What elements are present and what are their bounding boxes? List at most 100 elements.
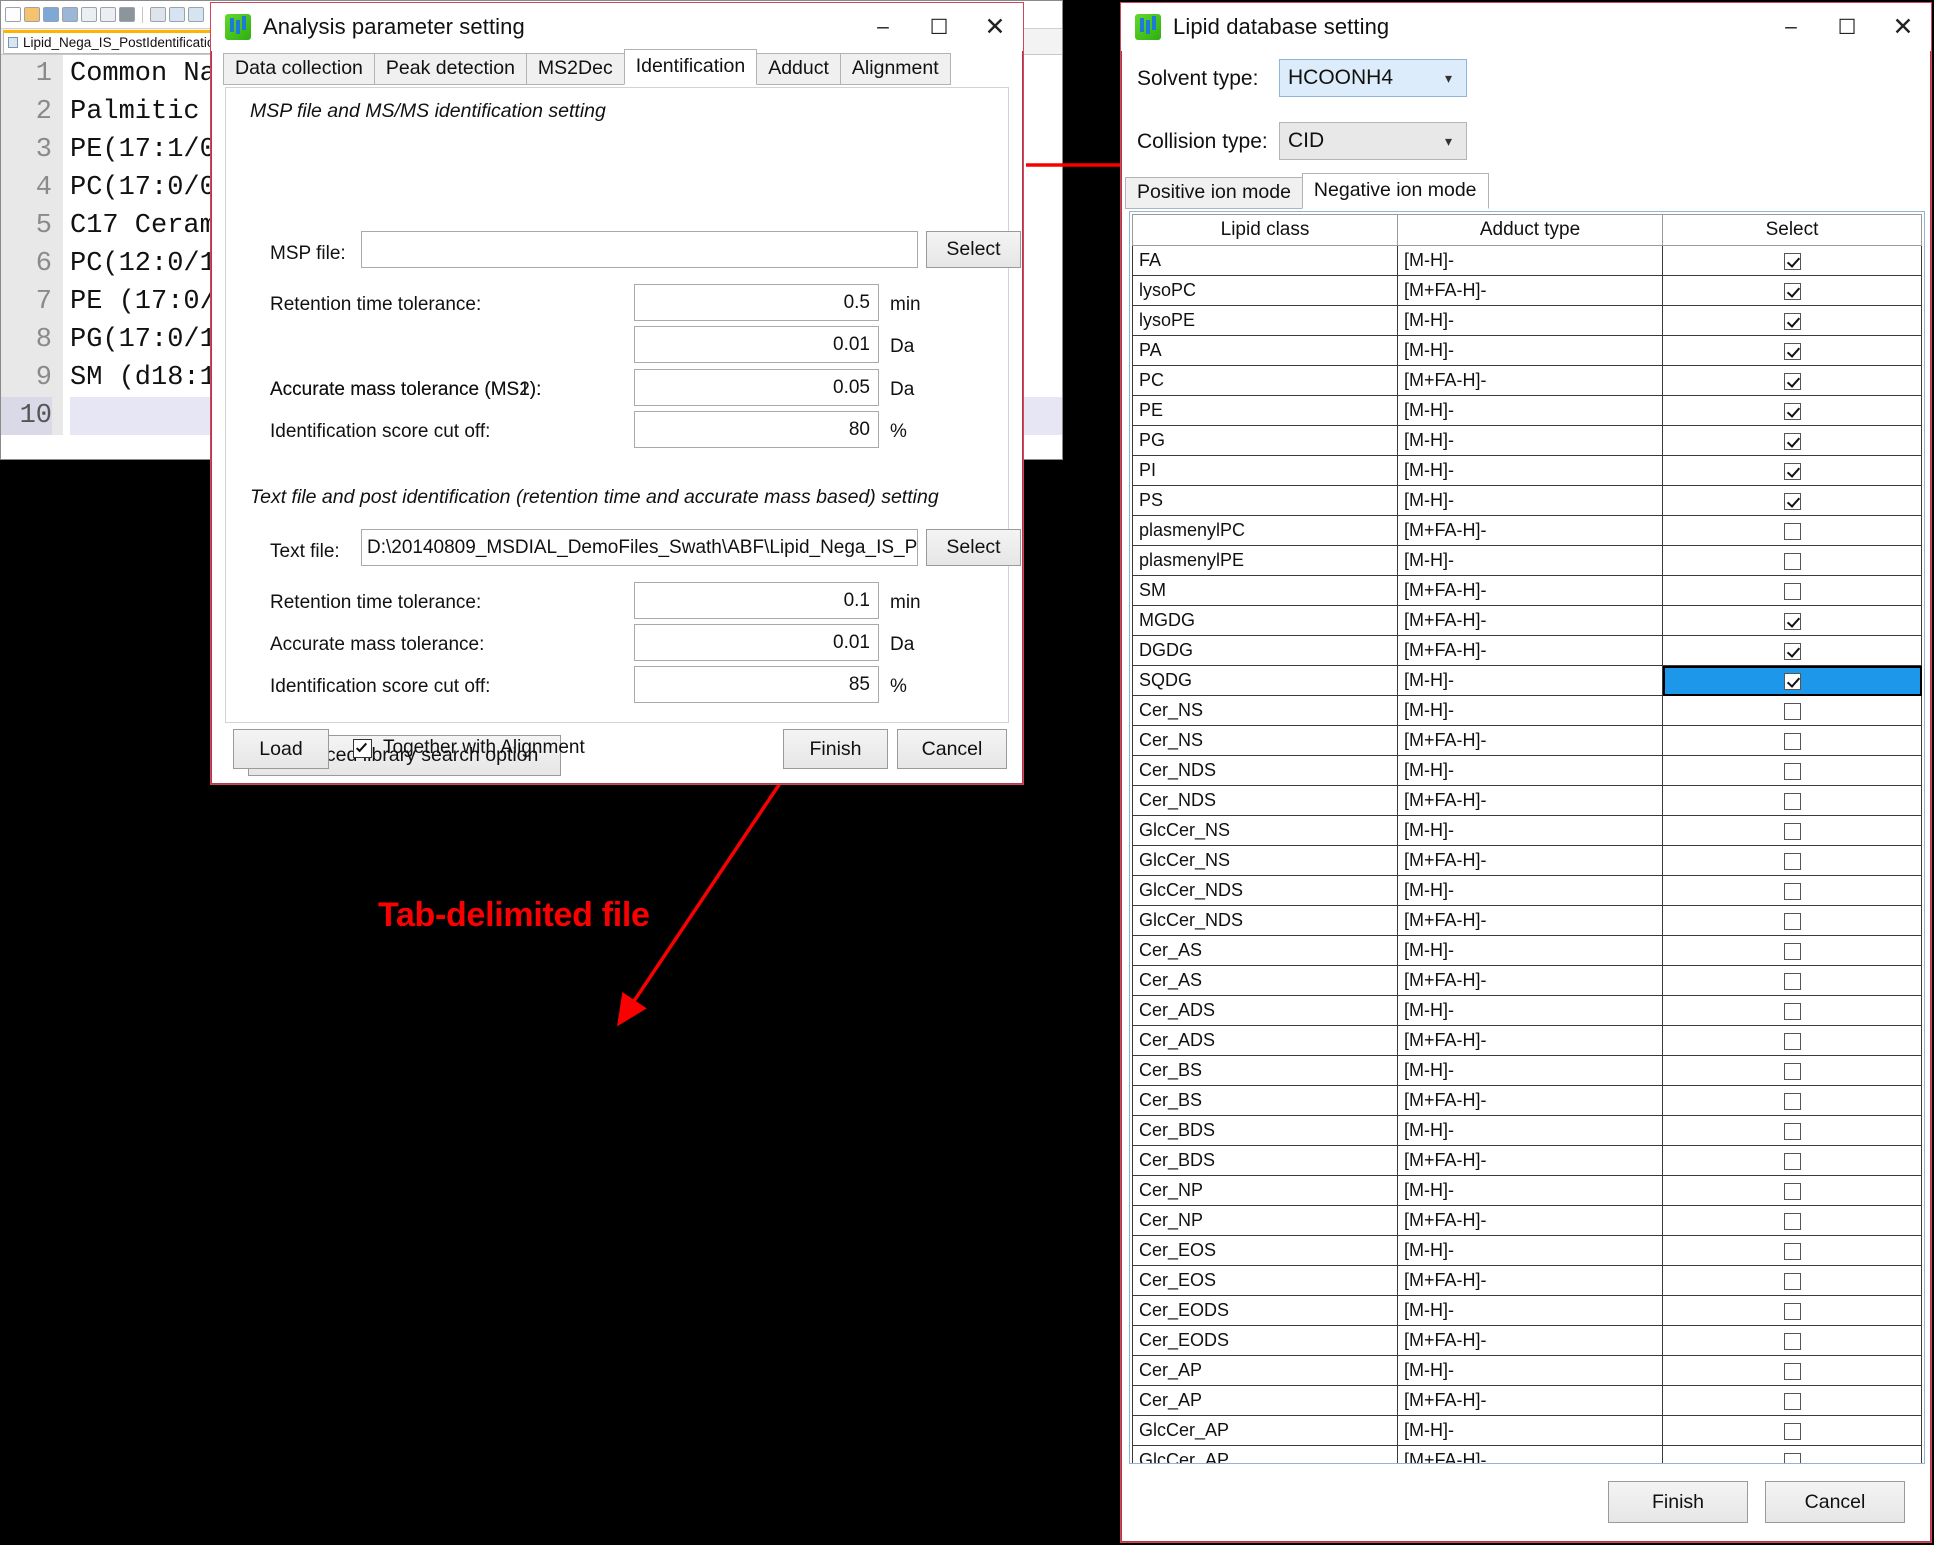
cell-select[interactable] [1662,935,1922,966]
tab-data-collection[interactable]: Data collection [223,53,375,85]
open-file-icon[interactable] [24,7,40,22]
select-checkbox[interactable] [1783,1272,1801,1290]
table-row[interactable]: PS [M-H]- [1132,485,1922,516]
paste-icon[interactable] [188,7,204,22]
solvent-type-dropdown[interactable]: HCOONH4 ▾ [1279,59,1467,97]
table-row[interactable]: Cer_BS [M-H]- [1132,1055,1922,1086]
msp-file-input[interactable] [361,231,918,268]
table-row[interactable]: Cer_AP [M+FA-H]- [1132,1385,1922,1416]
table-row[interactable]: Cer_EOS [M-H]- [1132,1235,1922,1266]
cell-select[interactable] [1662,1415,1922,1446]
table-row[interactable]: plasmenylPE [M-H]- [1132,545,1922,576]
copy-icon[interactable] [169,7,185,22]
cell-select[interactable] [1662,1175,1922,1206]
cell-select[interactable] [1662,1205,1922,1236]
cell-select[interactable] [1662,815,1922,846]
table-row[interactable]: Cer_NS [M-H]- [1132,695,1922,726]
cell-select[interactable] [1662,275,1922,306]
table-row[interactable]: Cer_NS [M+FA-H]- [1132,725,1922,756]
select-checkbox[interactable] [1783,282,1801,300]
table-row[interactable]: Cer_BDS [M-H]- [1132,1115,1922,1146]
msp-select-button[interactable]: Select [926,231,1021,268]
table-row[interactable]: Cer_BDS [M+FA-H]- [1132,1145,1922,1176]
table-row[interactable]: SM [M+FA-H]- [1132,575,1922,606]
select-checkbox[interactable] [1783,1182,1801,1200]
table-row[interactable]: GlcCer_NDS [M-H]- [1132,875,1922,906]
cell-select[interactable] [1662,1325,1922,1356]
msp-rt-tolerance-input[interactable]: 0.5 [634,284,879,321]
table-row[interactable]: Cer_EOS [M+FA-H]- [1132,1265,1922,1296]
cell-select[interactable] [1662,1055,1922,1086]
left-cancel-button[interactable]: Cancel [897,729,1007,769]
close-button[interactable]: ✕ [967,3,1023,51]
cell-select[interactable] [1662,545,1922,576]
select-checkbox[interactable] [1783,912,1801,930]
table-row[interactable]: Cer_ADS [M-H]- [1132,995,1922,1026]
select-checkbox[interactable] [1783,252,1801,270]
right-finish-button[interactable]: Finish [1608,1481,1748,1523]
select-checkbox[interactable] [1783,582,1801,600]
table-row[interactable]: lysoPE [M-H]- [1132,305,1922,336]
select-checkbox[interactable] [1783,1092,1801,1110]
table-row[interactable]: PC [M+FA-H]- [1132,365,1922,396]
select-checkbox[interactable] [1783,462,1801,480]
tab-ms2dec[interactable]: MS2Dec [525,53,625,85]
select-checkbox[interactable] [1783,1332,1801,1350]
table-row[interactable]: PI [M-H]- [1132,455,1922,486]
table-row[interactable]: Cer_AS [M+FA-H]- [1132,965,1922,996]
tab-peak-detection[interactable]: Peak detection [373,53,527,85]
lipid-table-container[interactable]: Lipid class Adduct type Select FA [M-H]- l… [1129,211,1925,1464]
select-checkbox[interactable] [1783,1422,1801,1440]
select-checkbox[interactable] [1783,642,1801,660]
text-mass-tolerance-input[interactable]: 0.01 [634,624,879,661]
cell-select[interactable] [1662,575,1922,606]
select-checkbox[interactable] [1783,672,1801,690]
cell-select[interactable] [1662,425,1922,456]
select-checkbox[interactable] [1783,1152,1801,1170]
cell-select[interactable] [1662,755,1922,786]
cell-select[interactable] [1662,1025,1922,1056]
msp-score-cutoff-input[interactable]: 80 [634,411,879,448]
select-checkbox[interactable] [1783,732,1801,750]
select-checkbox[interactable] [1783,402,1801,420]
maximize-button[interactable]: ☐ [911,3,967,51]
cell-select[interactable] [1662,995,1922,1026]
cell-select[interactable] [1662,605,1922,636]
table-row[interactable]: GlcCer_NDS [M+FA-H]- [1132,905,1922,936]
cell-select[interactable] [1662,485,1922,516]
left-finish-button[interactable]: Finish [783,729,888,769]
select-checkbox[interactable] [1783,792,1801,810]
select-checkbox[interactable] [1783,612,1801,630]
collision-type-dropdown[interactable]: CID ▾ [1279,122,1467,160]
text-score-cutoff-input[interactable]: 85 [634,666,879,703]
table-row[interactable]: GlcCer_NS [M+FA-H]- [1132,845,1922,876]
cell-select[interactable] [1662,1115,1922,1146]
text-file-input[interactable]: D:\20140809_MSDIAL_DemoFiles_Swath\ABF\L… [361,529,918,566]
table-row[interactable]: MGDG [M+FA-H]- [1132,605,1922,636]
table-row[interactable]: Cer_NDS [M-H]- [1132,755,1922,786]
cell-select[interactable] [1662,1385,1922,1416]
table-row[interactable]: Cer_NP [M-H]- [1132,1175,1922,1206]
together-with-alignment-checkbox[interactable] [353,739,372,758]
select-checkbox[interactable] [1783,762,1801,780]
select-checkbox[interactable] [1783,882,1801,900]
save-icon[interactable] [43,7,59,22]
load-button[interactable]: Load [233,729,329,769]
table-row[interactable]: Cer_EODS [M+FA-H]- [1132,1325,1922,1356]
select-checkbox[interactable] [1783,372,1801,390]
cell-select[interactable] [1662,395,1922,426]
select-checkbox[interactable] [1783,1452,1801,1463]
select-checkbox[interactable] [1783,702,1801,720]
table-row[interactable]: FA [M-H]- [1132,245,1922,276]
maximize-button[interactable]: ☐ [1819,3,1875,51]
table-row[interactable]: GlcCer_NS [M-H]- [1132,815,1922,846]
cell-select[interactable] [1662,635,1922,666]
select-checkbox[interactable] [1783,312,1801,330]
select-checkbox[interactable] [1783,852,1801,870]
tab-identification[interactable]: Identification [623,49,758,85]
select-checkbox[interactable] [1783,1002,1801,1020]
msp-ms2-tolerance-input[interactable]: 0.05 [634,369,879,406]
table-row[interactable]: lysoPC [M+FA-H]- [1132,275,1922,306]
save-all-icon[interactable] [62,7,78,22]
select-checkbox[interactable] [1783,552,1801,570]
